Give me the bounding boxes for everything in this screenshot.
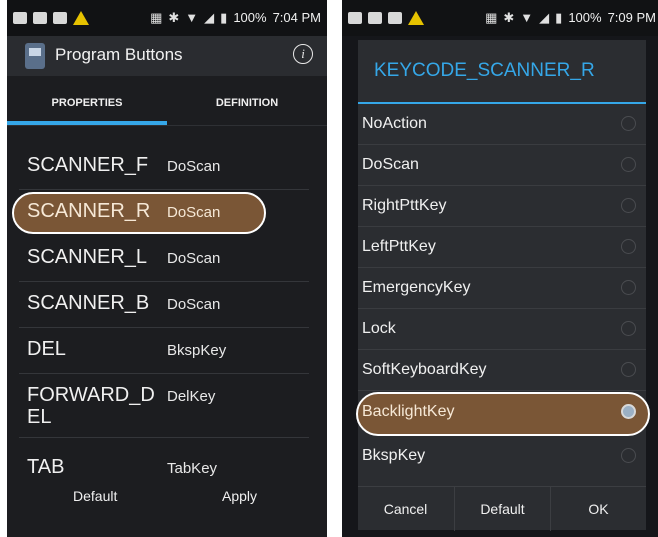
list-item[interactable]: SCANNER_F DoScan — [7, 144, 327, 190]
apply-button[interactable]: Apply — [222, 488, 257, 504]
signal-icon: ◢ — [204, 10, 215, 25]
wifi-icon: ▼ — [520, 10, 534, 25]
option-item[interactable]: LeftPttKey — [358, 227, 646, 268]
status-bar: ▦ ✱ ▼ ◢ ▮ 100% 7:09 PM — [342, 0, 658, 36]
option-label: SoftKeyboardKey — [362, 361, 487, 378]
app-icon — [25, 43, 45, 69]
radio-button-icon[interactable] — [621, 448, 636, 463]
info-icon[interactable]: i — [293, 44, 313, 64]
warning-icon — [408, 11, 424, 25]
vibrate-icon: ▦ — [485, 10, 498, 25]
key-name: SCANNER_L — [27, 246, 148, 268]
status-bar: ▦ ✱ ▼ ◢ ▮ 100% 7:04 PM — [7, 0, 327, 36]
tab-definition[interactable]: DEFINITION — [167, 80, 327, 126]
dialog-button-bar: Cancel Default OK — [358, 486, 646, 531]
battery-icon: ▮ — [555, 10, 563, 25]
option-item[interactable]: NoAction — [358, 104, 646, 145]
app-bar: Program Buttons i — [7, 36, 327, 76]
key-action: DelKey — [167, 388, 216, 405]
status-time: 7:04 PM — [272, 10, 321, 25]
system-icons: ▦ ✱ ▼ ◢ ▮ 100% 7:04 PM — [150, 10, 321, 25]
wifi-icon: ▼ — [185, 10, 199, 25]
radio-button-icon[interactable] — [621, 321, 636, 336]
chat-icon — [348, 12, 362, 24]
list-item[interactable]: DEL BkspKey — [7, 328, 327, 374]
list-item[interactable]: TAB TabKey — [7, 446, 327, 492]
key-action: DoScan — [167, 250, 221, 267]
option-label: BacklightKey — [362, 403, 455, 420]
image-icon — [388, 12, 402, 24]
key-name: SCANNER_B — [27, 292, 150, 314]
radio-button-icon[interactable] — [621, 157, 636, 172]
system-icons: ▦ ✱ ▼ ◢ ▮ 100% 7:09 PM — [485, 10, 656, 25]
list-item[interactable]: SCANNER_L DoScan — [7, 236, 327, 282]
option-label: RightPttKey — [362, 197, 447, 214]
selection-dialog: KEYCODE_SCANNER_R NoAction DoScan RightP… — [356, 40, 650, 531]
warning-icon — [73, 11, 89, 25]
option-label: Lock — [362, 320, 396, 337]
option-item-selected[interactable]: BacklightKey — [356, 392, 650, 436]
signal-icon: ◢ — [539, 10, 550, 25]
option-item[interactable]: RightPttKey — [358, 186, 646, 227]
battery-icon: ▮ — [220, 10, 228, 25]
option-item[interactable]: EmergencyKey — [358, 268, 646, 309]
key-name: TAB — [27, 456, 65, 478]
default-button[interactable]: Default — [455, 487, 550, 531]
divider — [19, 437, 309, 438]
bluetooth-icon: ✱ — [168, 10, 180, 25]
key-action: DoScan — [167, 204, 221, 221]
option-item[interactable]: DoScan — [358, 145, 646, 186]
battery-percent: 100% — [568, 10, 602, 25]
default-button[interactable]: Default — [73, 488, 117, 504]
battery-percent: 100% — [233, 10, 267, 25]
radio-button-icon[interactable] — [621, 116, 636, 131]
option-label: BkspKey — [362, 447, 426, 464]
key-action: BkspKey — [167, 342, 227, 359]
radio-button-icon[interactable] — [621, 362, 636, 377]
option-item[interactable]: BkspKey — [358, 436, 646, 477]
list-item[interactable]: SCANNER_B DoScan — [7, 282, 327, 328]
list-item-selected[interactable]: SCANNER_R DoScan — [7, 190, 327, 236]
radio-button-icon[interactable] — [621, 280, 636, 295]
list-item[interactable]: FORWARD_DEL DelKey — [7, 374, 327, 438]
option-label: DoScan — [362, 156, 419, 173]
key-name: DEL — [27, 338, 66, 360]
option-label: EmergencyKey — [362, 279, 471, 296]
option-label: LeftPttKey — [362, 238, 436, 255]
radio-button-icon[interactable] — [621, 239, 636, 254]
left-screen: ▦ ✱ ▼ ◢ ▮ 100% 7:04 PM Program Buttons i… — [7, 0, 327, 537]
notification-icons — [13, 11, 89, 25]
calendar-icon — [33, 12, 47, 24]
tab-properties[interactable]: PROPERTIES — [7, 80, 167, 126]
option-label: NoAction — [362, 115, 427, 132]
right-screen: ▦ ✱ ▼ ◢ ▮ 100% 7:09 PM KEYCODE_SCANNER_R… — [342, 0, 658, 537]
key-name: FORWARD_DEL — [27, 384, 155, 428]
vibrate-icon: ▦ — [150, 10, 163, 25]
option-item[interactable]: Lock — [358, 309, 646, 350]
cancel-button[interactable]: Cancel — [358, 487, 453, 531]
radio-button-icon[interactable] — [621, 198, 636, 213]
calendar-icon — [368, 12, 382, 24]
dialog-title: KEYCODE_SCANNER_R — [374, 60, 595, 81]
image-icon — [53, 12, 67, 24]
key-action: TabKey — [167, 460, 218, 477]
key-name: SCANNER_F — [27, 154, 149, 176]
tab-bar: PROPERTIES DEFINITION — [7, 80, 327, 126]
status-time: 7:09 PM — [607, 10, 656, 25]
divider — [358, 390, 646, 391]
tab-divider — [7, 125, 327, 126]
key-name: SCANNER_R — [27, 200, 151, 222]
radio-button-checked-icon[interactable] — [621, 404, 636, 419]
key-action: DoScan — [167, 158, 221, 175]
ok-button[interactable]: OK — [551, 487, 646, 531]
app-title: Program Buttons — [55, 45, 183, 64]
footer-bar: Default Apply — [7, 488, 327, 512]
chat-icon — [13, 12, 27, 24]
key-action: DoScan — [167, 296, 221, 313]
option-item[interactable]: SoftKeyboardKey — [358, 350, 646, 391]
notification-icons — [348, 11, 424, 25]
bluetooth-icon: ✱ — [503, 10, 515, 25]
